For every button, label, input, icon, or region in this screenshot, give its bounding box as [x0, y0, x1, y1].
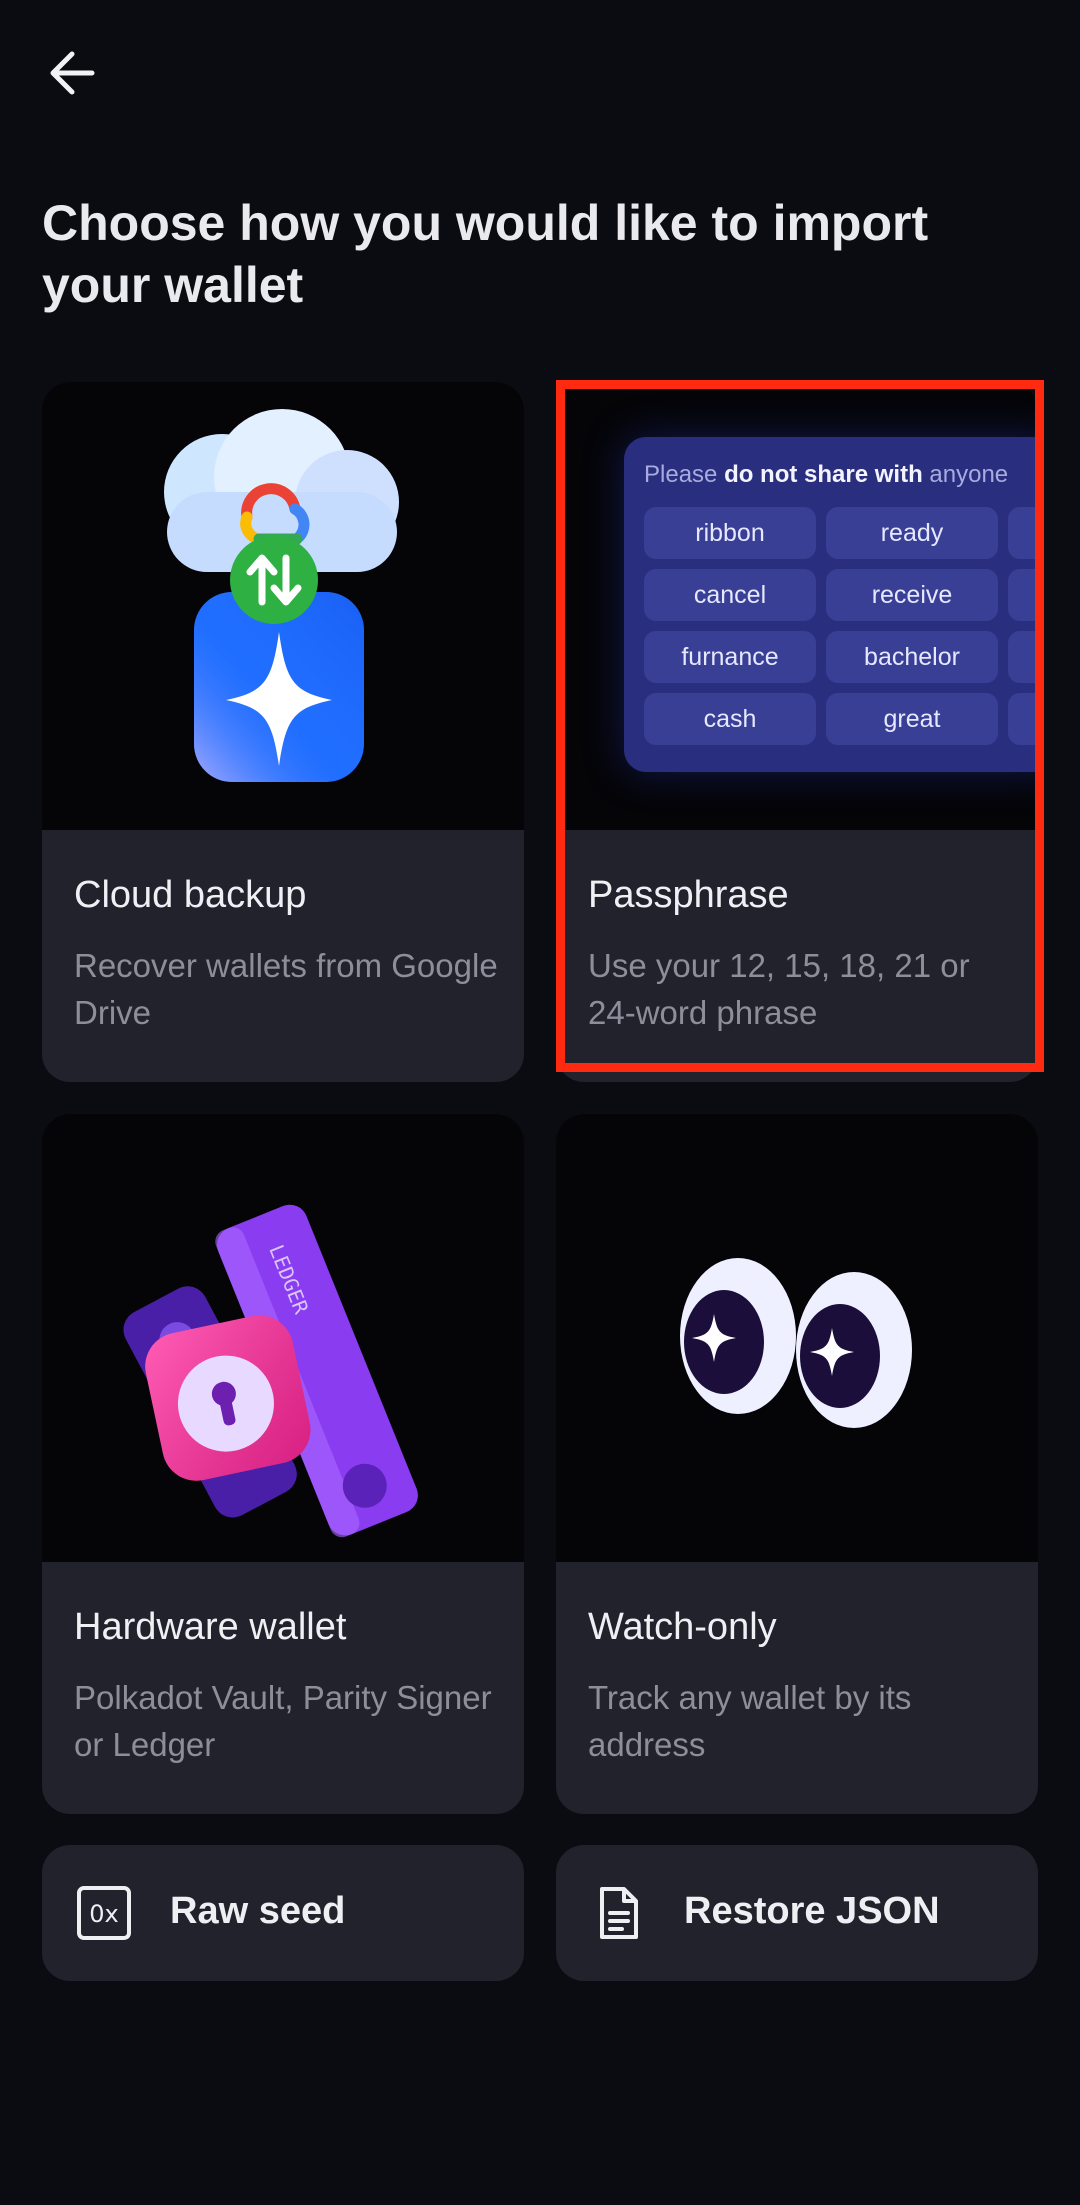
document-icon: [600, 1887, 638, 1939]
passphrase-warning: Please do not share with anyone: [644, 461, 1009, 488]
svg-text:0x: 0x: [89, 1900, 118, 1928]
option-description: Track any wallet by its address: [588, 1679, 912, 1763]
option-description: Recover wallets from Google Drive: [74, 947, 498, 1031]
back-button[interactable]: [42, 40, 108, 106]
passphrase-words-illustration: Please do not share with anyone ribbon r…: [556, 382, 1038, 830]
option-description: Use your 12, 15, 18, 21 or 24-word phras…: [588, 947, 970, 1031]
seed-word-chip: cancel: [644, 569, 816, 621]
raw-seed-button[interactable]: 0x Raw seed: [42, 1845, 524, 1981]
option-title: Hardware wallet: [74, 1606, 347, 1648]
hex-0x-icon: 0x: [77, 1886, 131, 1940]
restore-json-label: Restore JSON: [684, 1890, 940, 1932]
option-description: Polkadot Vault, Parity Signer or Ledger: [74, 1679, 492, 1763]
hardware-wallet-illustration: LEDGER: [42, 1114, 524, 1562]
seed-word-chip: bachelor: [826, 631, 998, 683]
option-title: Passphrase: [588, 874, 789, 916]
passphrase-panel: Please do not share with anyone ribbon r…: [624, 437, 1038, 772]
seed-word-chip: [1008, 507, 1038, 559]
seed-word-chip: ready: [826, 507, 998, 559]
seed-word-chip: ribbon: [644, 507, 816, 559]
option-title: Watch-only: [588, 1606, 777, 1648]
page-title: Choose how you would like to import your…: [42, 195, 929, 313]
option-cloud-backup[interactable]: Cloud backup Recover wallets from Google…: [42, 382, 524, 1082]
seed-word-chip: great: [826, 693, 998, 745]
eyes-illustration: [556, 1114, 1038, 1562]
option-passphrase[interactable]: Please do not share with anyone ribbon r…: [556, 382, 1038, 1082]
seed-word-chip: [1008, 569, 1038, 621]
option-title: Cloud backup: [74, 874, 307, 916]
seed-word-chip: [1008, 693, 1038, 745]
seed-word-chip: furnance: [644, 631, 816, 683]
seed-word-chip: [1008, 631, 1038, 683]
cloud-backup-illustration: [42, 382, 524, 830]
seed-word-chip: receive: [826, 569, 998, 621]
restore-json-button[interactable]: Restore JSON: [556, 1845, 1038, 1981]
arrow-left-icon: [50, 51, 95, 95]
option-hardware-wallet[interactable]: LEDGER Hardware wallet Polkadot Vault, P…: [42, 1114, 524, 1814]
raw-seed-label: Raw seed: [170, 1890, 346, 1932]
option-watch-only[interactable]: Watch-only Track any wallet by its addre…: [556, 1114, 1038, 1814]
seed-word-chip: cash: [644, 693, 816, 745]
